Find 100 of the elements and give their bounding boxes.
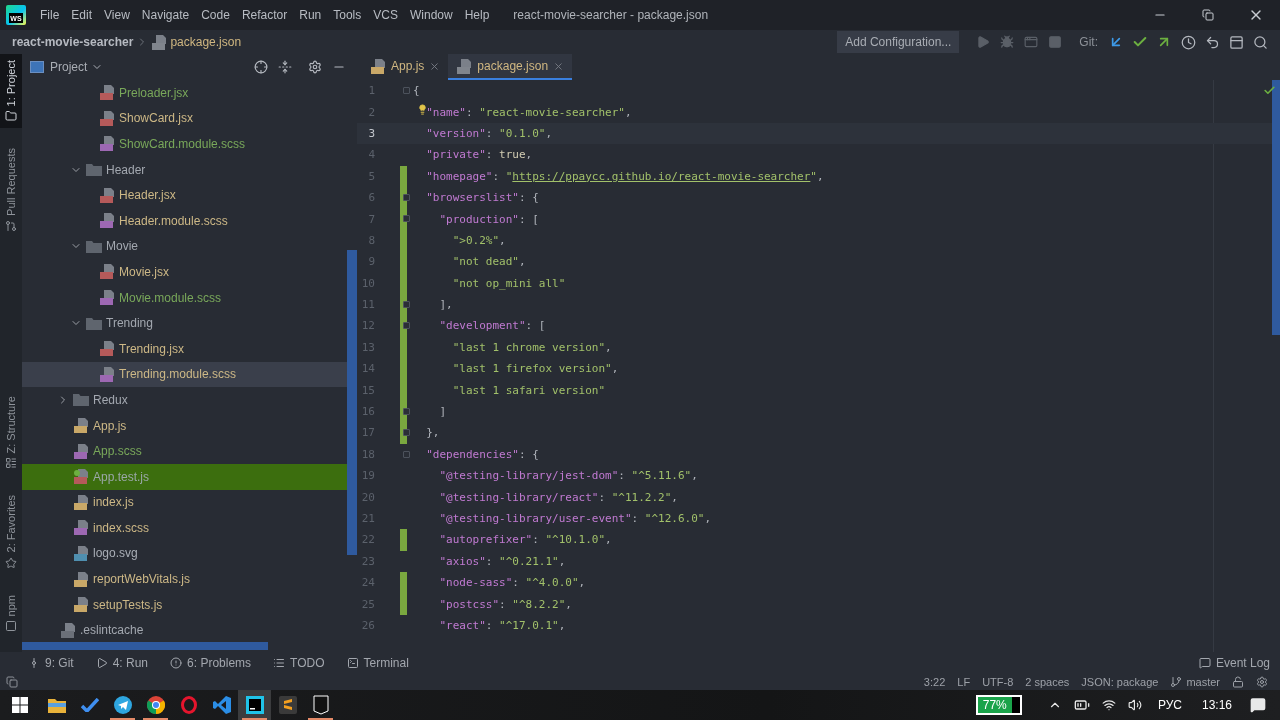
tree-item[interactable]: ShowCard.jsx <box>22 105 347 132</box>
tree-item[interactable]: Trending.jsx <box>22 335 347 362</box>
menu-item[interactable]: View <box>98 8 136 22</box>
tool-window-tab[interactable]: npm <box>0 588 22 638</box>
settings-icon[interactable] <box>308 60 322 74</box>
menu-item[interactable]: Refactor <box>235 8 294 22</box>
code-link[interactable]: https://ppaycc.github.io/react-movie-searcher <box>512 169 811 183</box>
tool-window-button[interactable]: Terminal <box>346 656 409 670</box>
folder-icon <box>86 316 102 330</box>
change-marker[interactable] <box>400 529 407 551</box>
tool-window-button[interactable]: 4: Run <box>95 656 149 670</box>
fold-marker[interactable] <box>403 322 410 330</box>
breadcrumb-project[interactable]: react-movie-searcher <box>12 35 134 49</box>
star-icon <box>5 556 17 569</box>
window-title: react-movie-searcher - package.json <box>513 8 710 22</box>
fold-marker[interactable] <box>403 193 410 201</box>
menu-item[interactable]: Window <box>403 8 459 22</box>
tree-item[interactable]: Header <box>22 156 347 183</box>
status-item[interactable]: LF <box>957 676 971 688</box>
tree-item[interactable]: index.js <box>22 489 347 516</box>
tool-window-tab[interactable]: Pull Requests <box>0 142 22 239</box>
branch-name[interactable]: master <box>1186 676 1220 688</box>
change-marker[interactable] <box>400 572 407 594</box>
fold-marker[interactable] <box>403 87 410 94</box>
tool-window-tab[interactable]: 2: Favorites <box>0 489 22 575</box>
change-marker[interactable] <box>400 593 407 615</box>
tool-window-button[interactable]: 9: Git <box>28 656 74 670</box>
menu-item[interactable]: VCS <box>367 8 404 22</box>
wifi-icon[interactable] <box>1101 698 1116 712</box>
event-log-button[interactable]: Event Log <box>1198 656 1270 670</box>
code-line: "@testing-library/jest-dom": "^5.11.6", <box>439 469 698 483</box>
tool-window-button[interactable]: 6: Problems <box>170 656 252 670</box>
tree-item[interactable]: Header.module.scss <box>22 207 347 234</box>
fold-marker[interactable] <box>403 450 410 458</box>
breadcrumb-file[interactable]: package.json <box>170 35 242 49</box>
battery-icon[interactable] <box>1073 697 1090 713</box>
speaker-icon[interactable] <box>1127 698 1142 712</box>
file-icon <box>99 110 115 126</box>
clock-icon[interactable] <box>1180 34 1196 50</box>
window-icon[interactable] <box>1228 34 1244 50</box>
tree-item[interactable]: Movie <box>22 233 347 260</box>
code-line: "private": true, <box>426 148 533 162</box>
lightbulb-icon[interactable] <box>417 104 428 116</box>
tree-item[interactable]: Movie.module.scss <box>22 284 347 311</box>
status-item[interactable]: JSON: package <box>1081 676 1159 688</box>
editor-tab[interactable]: package.json <box>448 54 573 80</box>
windows-icon[interactable] <box>12 697 28 713</box>
status-item[interactable]: 2 spaces <box>1025 676 1070 688</box>
tree-item[interactable]: Trending.module.scss <box>22 361 347 388</box>
project-view-dropdown[interactable]: Project <box>30 60 104 74</box>
fold-marker[interactable] <box>403 300 410 308</box>
tree-item[interactable]: Preloader.jsx <box>22 80 347 106</box>
undo-icon[interactable] <box>1204 34 1220 50</box>
tree-item[interactable]: Trending <box>22 310 347 336</box>
ide-icon <box>245 696 264 714</box>
menu-item[interactable]: Code <box>195 8 236 22</box>
menu-item[interactable]: Help <box>458 8 496 22</box>
tree-item[interactable]: Movie.jsx <box>22 259 347 285</box>
panels-icon[interactable] <box>6 676 18 688</box>
status-item[interactable]: UTF-8 <box>982 676 1014 688</box>
tree-item[interactable]: index.scss <box>22 515 347 541</box>
code-line: "not op_mini all" <box>452 276 566 290</box>
search-icon[interactable] <box>1252 34 1268 50</box>
editor-tab[interactable]: App.js <box>362 54 449 80</box>
add-configuration-button[interactable]: Add Configuration... <box>837 31 960 53</box>
tree-item[interactable]: Redux <box>22 387 347 413</box>
fold-marker[interactable] <box>403 407 410 415</box>
menu-item[interactable]: Tools <box>327 8 368 22</box>
scrollbar[interactable] <box>22 642 268 650</box>
fold-marker[interactable] <box>403 429 410 437</box>
restore-icon[interactable] <box>1202 9 1214 21</box>
menu-item[interactable]: Navigate <box>135 8 196 22</box>
notification-icon[interactable] <box>1250 697 1266 713</box>
collapse-icon[interactable] <box>278 60 292 74</box>
tree-item[interactable]: reportWebVitals.js <box>22 566 347 592</box>
menu-item[interactable]: Edit <box>65 8 99 22</box>
active-app-slot[interactable] <box>238 690 271 720</box>
crosshair-icon[interactable] <box>254 60 268 74</box>
tree-item[interactable]: logo.svg <box>22 540 347 567</box>
tool-window-tab[interactable]: 1: Project <box>0 54 22 129</box>
tree-item[interactable]: App.scss <box>22 438 347 464</box>
scrollbar[interactable] <box>1272 80 1280 335</box>
tool-window-button[interactable]: TODO <box>273 656 325 670</box>
settings-icon[interactable] <box>1256 676 1268 688</box>
tree-item[interactable]: App.js <box>22 412 347 439</box>
status-item[interactable]: 3:22 <box>923 676 946 688</box>
change-marker[interactable] <box>400 165 407 187</box>
clock[interactable]: 13:16 <box>1201 698 1232 712</box>
fold-marker[interactable] <box>403 215 410 223</box>
check-icon <box>1263 84 1276 97</box>
language-indicator[interactable]: РУС <box>1157 698 1182 712</box>
scrollbar[interactable] <box>347 250 357 555</box>
unlock-icon[interactable] <box>1232 676 1244 688</box>
menu-item[interactable]: Run <box>293 8 328 22</box>
menu-item[interactable]: File <box>34 8 66 22</box>
tree-item[interactable]: setupTests.js <box>22 591 347 618</box>
tree-item[interactable]: .eslintcache <box>22 617 347 644</box>
tree-item[interactable]: Header.jsx <box>22 182 347 208</box>
tool-window-tab[interactable]: Z: Structure <box>0 389 22 476</box>
tree-item[interactable]: ShowCard.module.scss <box>22 131 347 157</box>
